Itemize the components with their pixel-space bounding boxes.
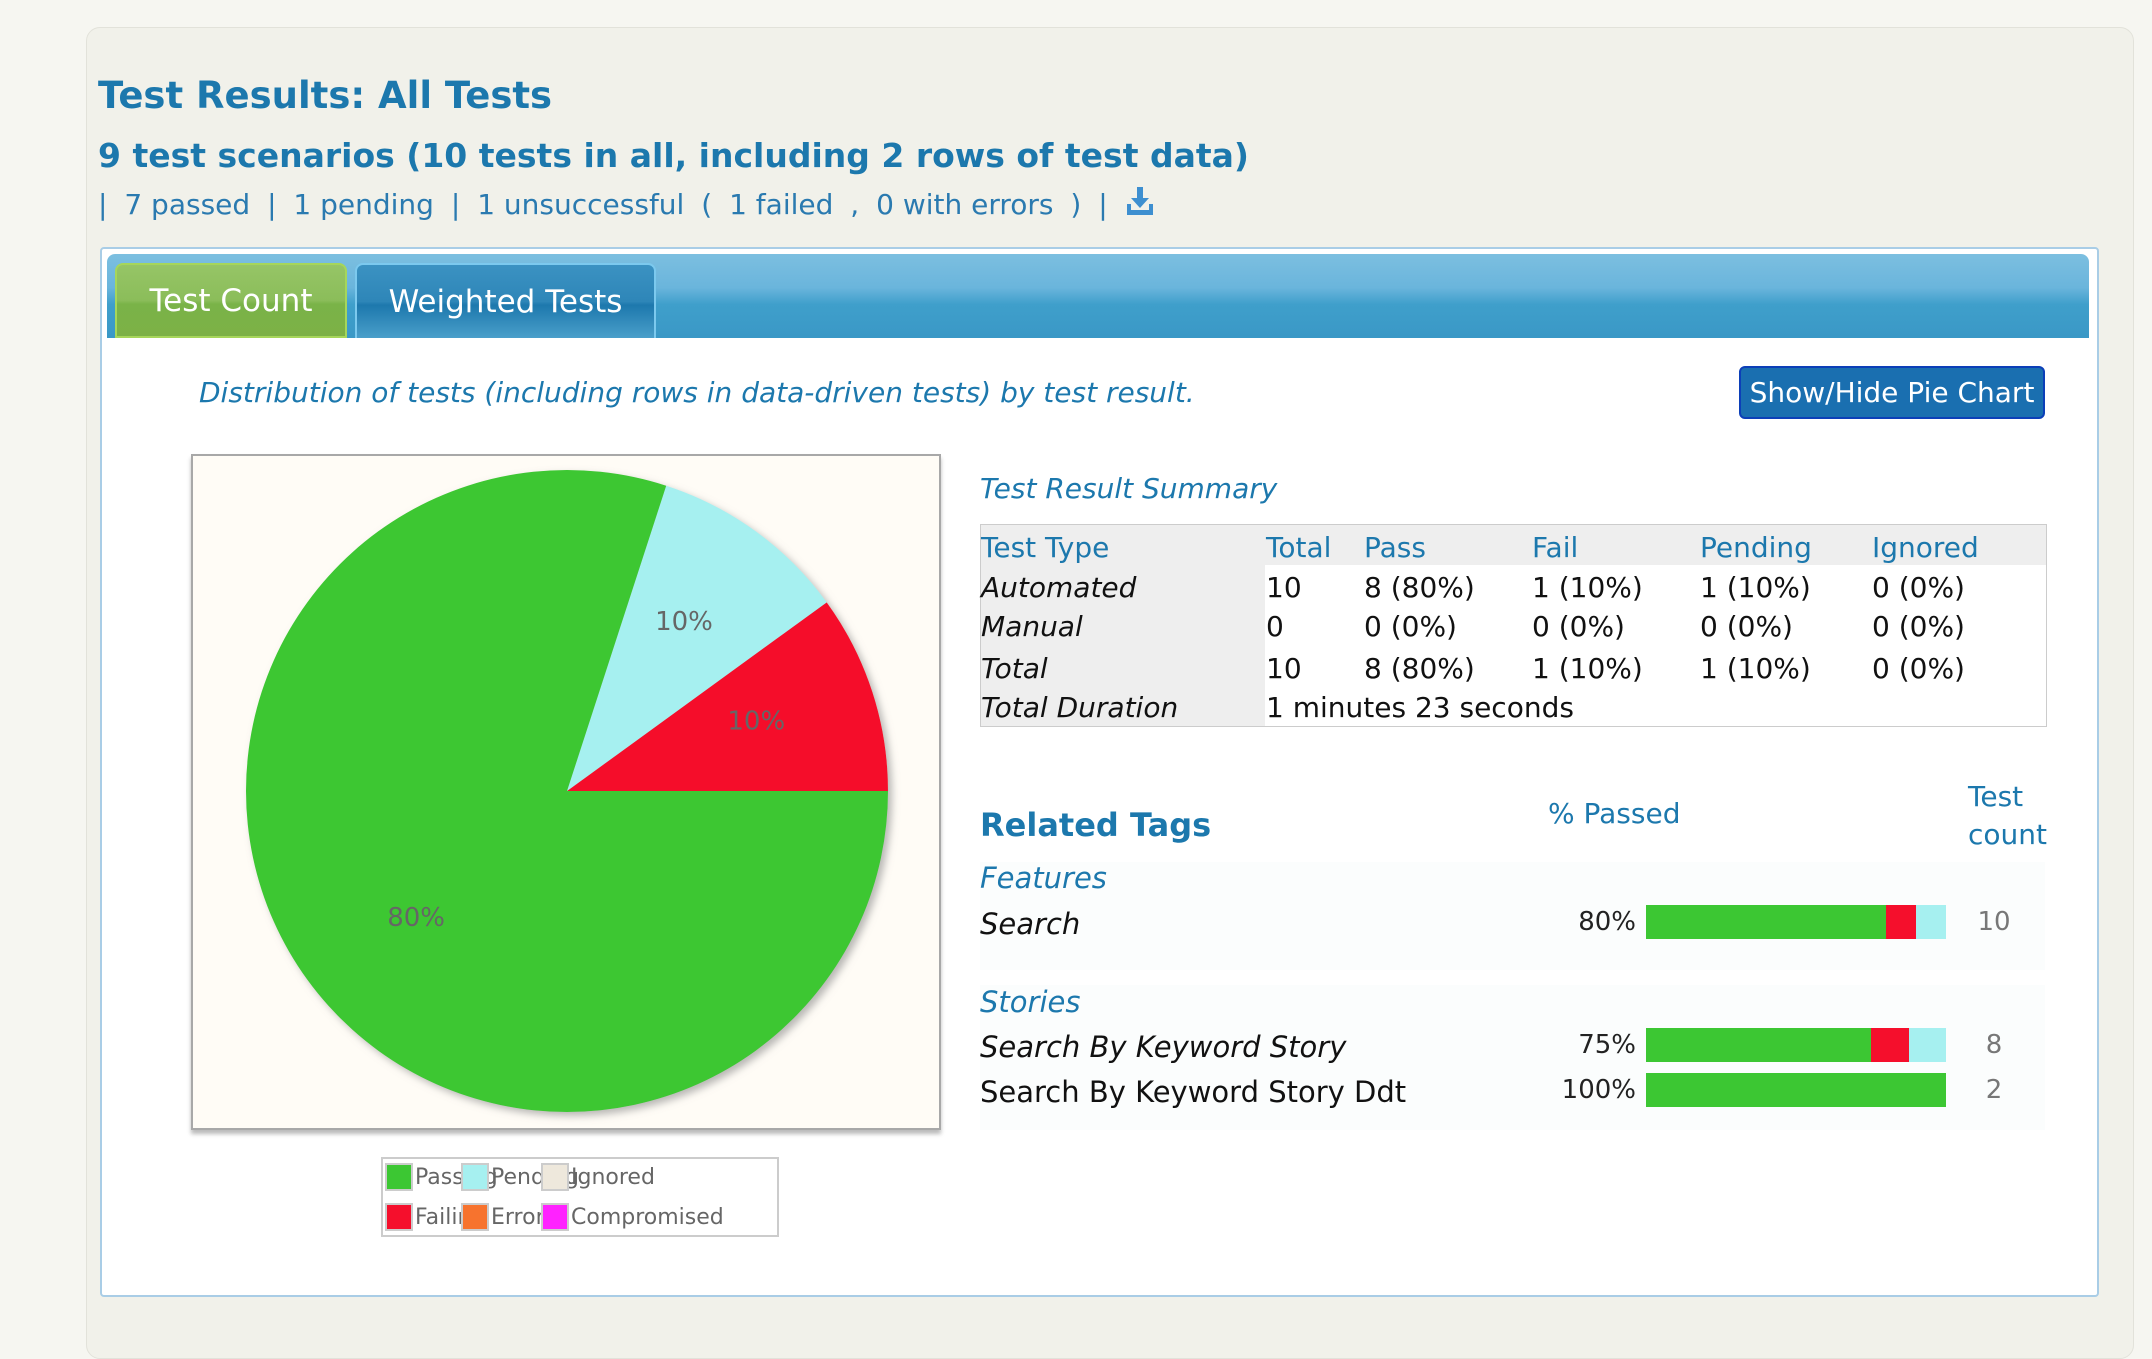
table-cell: 0 (0%) xyxy=(1872,571,1965,604)
paren-open: ( xyxy=(701,188,713,221)
legend-swatch xyxy=(541,1203,569,1231)
table-cell: 8 (80%) xyxy=(1364,571,1475,604)
column-header: Ignored xyxy=(1872,531,1979,564)
tag-result-bar xyxy=(1646,1028,1946,1062)
toggle-pie-chart-button[interactable]: Show/Hide Pie Chart xyxy=(1739,366,2045,419)
row-label: Automated xyxy=(981,571,1137,604)
legend-swatch xyxy=(461,1163,489,1191)
table-cell: 0 xyxy=(1266,610,1284,643)
bar-segment-pending xyxy=(1916,905,1946,939)
chart-legend: Passing Pending Ignored Failing Errors Compro… xyxy=(381,1157,779,1237)
pie-label-pending: 10% xyxy=(655,607,713,637)
pie-svg: 10% 10% 80% xyxy=(245,470,888,1112)
pct-passed-header: % Passed xyxy=(1548,797,1681,830)
page-title: Test Results: All Tests xyxy=(98,74,553,117)
duration-value: 1 minutes 23 seconds xyxy=(1266,691,1574,724)
table-cell: 1 (10%) xyxy=(1532,571,1643,604)
table-cell: 10 xyxy=(1266,652,1302,685)
tag-group-stories: Stories xyxy=(980,985,1081,1019)
row-label: Total xyxy=(981,652,1048,685)
row-label: Manual xyxy=(981,610,1083,643)
tag-link[interactable]: Search xyxy=(980,907,1080,941)
table-cell: 0 (0%) xyxy=(1532,610,1625,643)
column-header: Test Type xyxy=(981,531,1110,564)
legend-label: Ignored xyxy=(571,1164,655,1190)
legend-swatch xyxy=(541,1163,569,1191)
scenario-summary: 9 test scenarios (10 tests in all, inclu… xyxy=(98,136,1249,175)
separator: | xyxy=(267,188,277,221)
tag-link[interactable]: Search By Keyword Story Ddt xyxy=(980,1075,1406,1109)
paren-close: ) xyxy=(1070,188,1082,221)
result-counts: | 7 passed | 1 pending | 1 unsuccessful … xyxy=(98,186,1163,221)
bar-segment-passing xyxy=(1646,905,1886,939)
bar-segment-passing xyxy=(1646,1073,1946,1107)
test-count-header: Test count xyxy=(1968,778,2047,854)
pending-link[interactable]: 1 pending xyxy=(293,188,434,221)
tag-test-count: 2 xyxy=(1985,1075,2003,1105)
legend-item-ignored: Ignored xyxy=(541,1163,655,1191)
table-cell: 1 (10%) xyxy=(1700,652,1811,685)
separator: | xyxy=(450,188,461,221)
bar-segment-passing xyxy=(1646,1028,1871,1062)
row-label: Total Duration xyxy=(981,691,1179,724)
bar-segment-pending xyxy=(1908,1028,1946,1062)
separator: | xyxy=(98,188,108,221)
summary-title: Test Result Summary xyxy=(980,472,1278,505)
comma: , xyxy=(850,188,860,221)
failed-link[interactable]: 1 failed xyxy=(729,188,833,221)
related-tags-title: Related Tags xyxy=(980,806,1212,844)
legend-swatch xyxy=(385,1203,413,1231)
errors-link[interactable]: 0 with errors xyxy=(876,188,1053,221)
tab-weighted-tests[interactable]: Weighted Tests xyxy=(355,263,656,338)
legend-swatch xyxy=(461,1203,489,1231)
column-header: Pass xyxy=(1364,531,1426,564)
bar-segment-failing xyxy=(1871,1028,1909,1062)
column-header: Total xyxy=(1266,531,1332,564)
table-cell: 0 (0%) xyxy=(1872,652,1965,685)
separator: | xyxy=(1098,188,1108,221)
bar-segment-failing xyxy=(1886,905,1916,939)
tag-test-count: 10 xyxy=(1977,907,2011,937)
tag-result-bar xyxy=(1646,905,1946,939)
tab-test-count[interactable]: Test Count xyxy=(115,263,347,338)
legend-label: Compromised xyxy=(571,1204,724,1230)
column-header: Pending xyxy=(1700,531,1812,564)
pie-chart: 10% 10% 80% xyxy=(191,454,941,1130)
table-cell: 0 (0%) xyxy=(1700,610,1793,643)
table-cell: 0 (0%) xyxy=(1872,610,1965,643)
legend-swatch xyxy=(385,1163,413,1191)
tag-result-bar xyxy=(1646,1073,1946,1107)
test-count-header-line2: count xyxy=(1968,818,2047,851)
pie-label-passing: 80% xyxy=(387,903,445,933)
tag-test-count: 8 xyxy=(1985,1030,2003,1060)
summary-table: Test Type Total Pass Fail Pending Ignored Auto… xyxy=(980,524,2047,727)
test-count-header-line1: Test xyxy=(1968,780,2024,813)
tag-pct-passed: 100% xyxy=(1561,1075,1636,1105)
unsuccessful-link[interactable]: 1 unsuccessful xyxy=(477,188,684,221)
table-cell: 0 (0%) xyxy=(1364,610,1457,643)
table-cell: 10 xyxy=(1266,571,1302,604)
tag-pct-passed: 80% xyxy=(1578,907,1636,937)
table-cell: 1 (10%) xyxy=(1700,571,1811,604)
passed-link[interactable]: 7 passed xyxy=(124,188,250,221)
download-icon[interactable] xyxy=(1125,186,1155,216)
legend-item-compromised: Compromised xyxy=(541,1203,724,1231)
column-header: Fail xyxy=(1532,531,1579,564)
chart-description: Distribution of tests (including rows in… xyxy=(199,376,1195,409)
tag-group-features: Features xyxy=(980,861,1107,895)
pie-label-failing: 10% xyxy=(727,706,785,736)
table-cell: 1 (10%) xyxy=(1532,652,1643,685)
tag-link[interactable]: Search By Keyword Story xyxy=(980,1030,1346,1064)
table-cell: 8 (80%) xyxy=(1364,652,1475,685)
tag-pct-passed: 75% xyxy=(1578,1030,1636,1060)
